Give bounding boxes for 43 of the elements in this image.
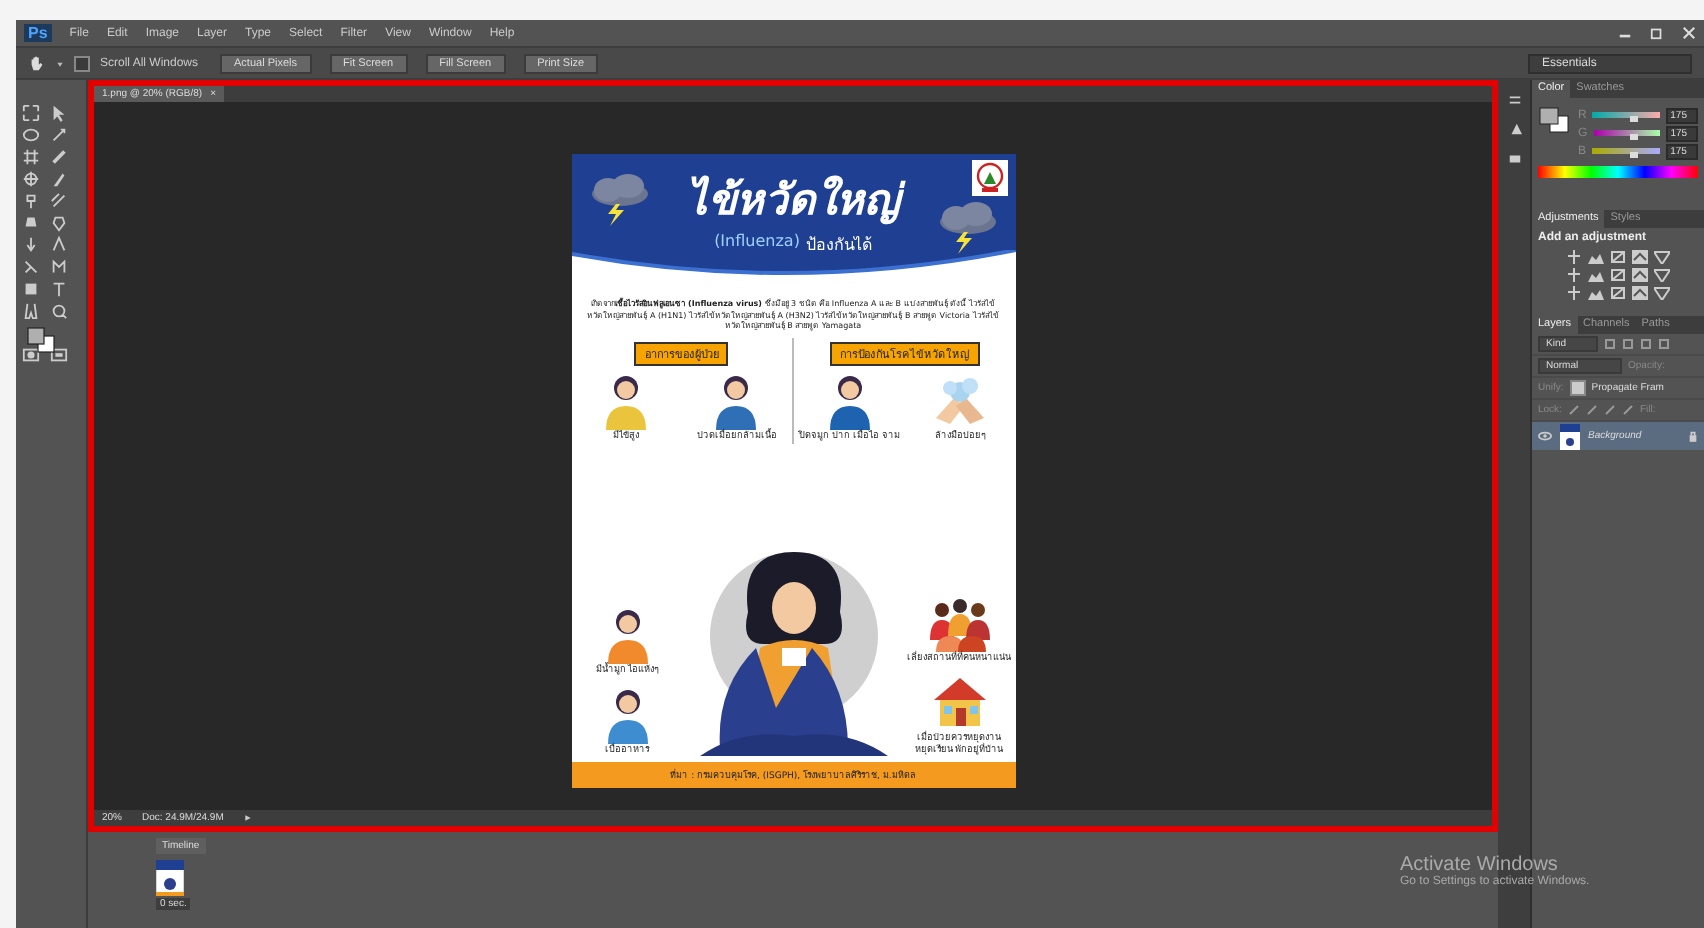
- screen-mode-icon[interactable]: [50, 346, 68, 364]
- app-logo: Ps: [24, 24, 52, 42]
- tool-icon[interactable]: [50, 280, 68, 298]
- tool-icon[interactable]: [22, 236, 40, 254]
- panel-icon[interactable]: [1507, 92, 1521, 106]
- tool-icon[interactable]: [50, 126, 68, 144]
- poster-subtitle: (Influenza): [714, 232, 800, 254]
- panel-icon[interactable]: [1507, 122, 1521, 136]
- checkbox[interactable]: [1569, 380, 1586, 396]
- frame-thumbnail[interactable]: [156, 860, 184, 896]
- adjustment-icon[interactable]: [1632, 250, 1648, 264]
- adjustment-icon[interactable]: [1632, 286, 1648, 300]
- tool-icon[interactable]: [22, 170, 40, 188]
- adjustment-icon[interactable]: [1632, 268, 1648, 282]
- tool-icon[interactable]: [22, 192, 40, 210]
- caret-icon[interactable]: [56, 59, 64, 67]
- hand-icon[interactable]: [28, 54, 46, 72]
- slider-thumb[interactable]: [1630, 116, 1639, 122]
- checkbox[interactable]: [74, 55, 90, 71]
- tool-icon[interactable]: [50, 302, 68, 320]
- tool-icon[interactable]: [22, 148, 40, 166]
- slider-track[interactable]: [1592, 112, 1661, 118]
- panel-icon[interactable]: [1507, 152, 1521, 166]
- restore-icon[interactable]: [1650, 26, 1664, 40]
- slider-track[interactable]: [1592, 148, 1661, 154]
- slider-track[interactable]: [1593, 130, 1661, 136]
- layer-thumbnail: [1560, 423, 1580, 449]
- color-swatches-icon[interactable]: [1538, 106, 1570, 134]
- slider-thumb[interactable]: [1630, 134, 1639, 140]
- poster-subtitle: ป้องกันได้: [805, 234, 872, 258]
- visibility-icon[interactable]: [1538, 430, 1552, 442]
- tool-icon[interactable]: [22, 258, 40, 276]
- expand-arrow-icon[interactable]: [243, 814, 252, 822]
- close-icon[interactable]: [1682, 26, 1696, 40]
- tool-icon[interactable]: [50, 192, 68, 210]
- activation-title: Activate Windows: [1400, 854, 1558, 876]
- emblem-icon: [971, 160, 1007, 196]
- slider-thumb[interactable]: [1630, 152, 1639, 158]
- house-drawing: [929, 672, 989, 732]
- mask-mode-icon[interactable]: [22, 346, 40, 364]
- tool-icon[interactable]: [22, 104, 40, 122]
- color-spectrum[interactable]: [1538, 166, 1698, 178]
- lock-icon: [1688, 430, 1698, 442]
